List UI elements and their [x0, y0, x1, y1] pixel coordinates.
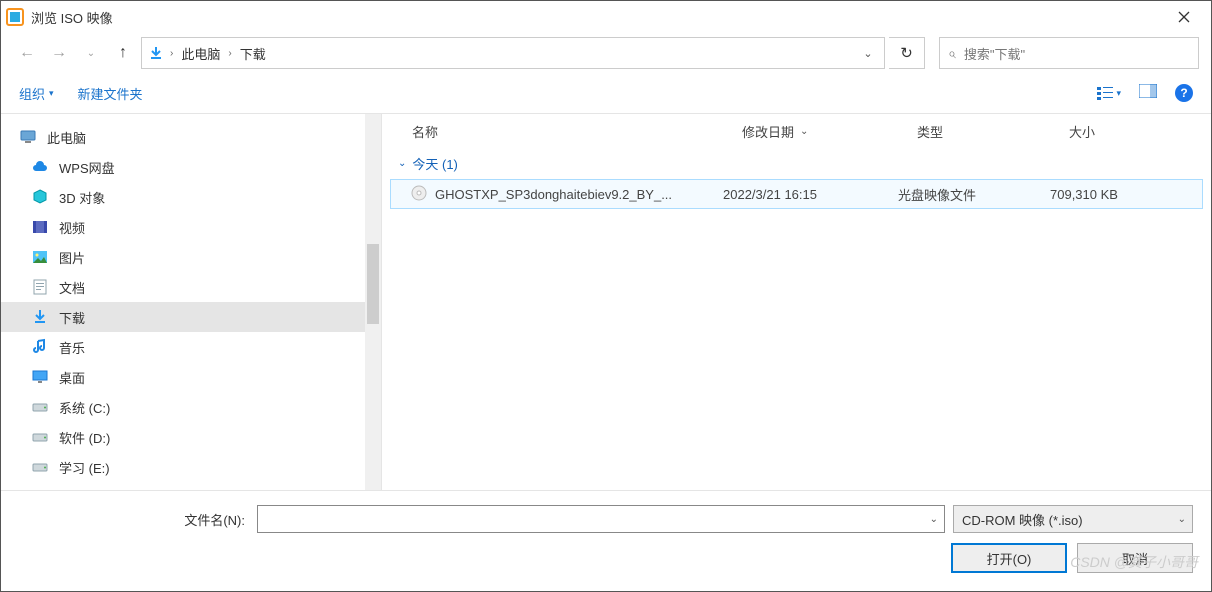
tree-item[interactable]: 文档 [1, 272, 381, 302]
app-icon [5, 7, 25, 27]
cube-icon [31, 188, 49, 206]
close-button[interactable] [1161, 1, 1207, 33]
tree-item[interactable]: 音乐 [1, 332, 381, 362]
tree-item[interactable]: 学习 (E:) [1, 452, 381, 482]
cancel-button[interactable]: 取消 [1077, 543, 1193, 573]
file-dialog: 浏览 ISO 映像 ← → ⌄ ↑ › 此电脑 › 下载 ⌄ ↻ ⌕ 搜索"下载… [0, 0, 1212, 592]
chevron-down-icon: ▾ [49, 88, 54, 99]
chevron-down-icon: ⌄ [398, 158, 406, 169]
breadcrumb-current[interactable]: 下载 [234, 44, 272, 63]
organize-menu[interactable]: 组织 ▾ [19, 84, 54, 103]
breadcrumb-sep-icon: › [168, 48, 175, 59]
help-button[interactable]: ? [1175, 84, 1193, 102]
tree-item[interactable]: 3D 对象 [1, 182, 381, 212]
tree-item[interactable]: 软件 (D:) [1, 422, 381, 452]
sidebar-scrollbar[interactable] [365, 114, 381, 490]
image-icon [31, 248, 49, 266]
tree-item[interactable]: WPS网盘 [1, 152, 381, 182]
sort-indicator-icon: ⌄ [800, 126, 808, 137]
filename-input[interactable]: ⌄ [257, 505, 945, 533]
tree-item[interactable]: 图片 [1, 242, 381, 272]
view-options-button[interactable]: ▾ [1097, 86, 1121, 100]
tree-item[interactable]: 系统 (C:) [1, 392, 381, 422]
filename-label: 文件名(N): [19, 510, 249, 529]
bottom-bar: 文件名(N): ⌄ CD-ROM 映像 (*.iso) ⌄ 打开(O) 取消 [1, 491, 1211, 591]
forward-button[interactable]: → [45, 39, 73, 67]
doc-icon [31, 278, 49, 296]
search-icon: ⌕ [948, 45, 956, 62]
address-bar[interactable]: › 此电脑 › 下载 ⌄ [141, 37, 885, 69]
desktop-icon [31, 368, 49, 386]
nav-tree: 此电脑WPS网盘3D 对象视频图片文档下载音乐桌面系统 (C:)软件 (D:)学… [1, 114, 381, 490]
group-header[interactable]: ⌄ 今天 (1) [382, 148, 1211, 179]
tree-item[interactable]: 视频 [1, 212, 381, 242]
search-placeholder: 搜索"下载" [964, 44, 1025, 63]
pc-icon [19, 128, 37, 146]
back-button[interactable]: ← [13, 39, 41, 67]
col-size[interactable]: 大小 [1069, 122, 1197, 141]
file-list-pane: 名称 修改日期⌄ 类型 大小 ⌄ 今天 (1) GHOSTXP_SP3dongh… [382, 114, 1211, 490]
refresh-button[interactable]: ↻ [889, 37, 925, 69]
window-title: 浏览 ISO 映像 [31, 8, 1161, 27]
filename-dropdown[interactable]: ⌄ [930, 514, 938, 525]
download-location-icon [144, 41, 168, 65]
titlebar: 浏览 ISO 映像 [1, 1, 1211, 33]
open-button[interactable]: 打开(O) [951, 543, 1067, 573]
preview-pane-button[interactable] [1139, 84, 1157, 102]
nav-row: ← → ⌄ ↑ › 此电脑 › 下载 ⌄ ↻ ⌕ 搜索"下载" [1, 33, 1211, 73]
tree-root-this-pc[interactable]: 此电脑 [1, 122, 381, 152]
col-name[interactable]: 名称 [412, 122, 742, 141]
drive-icon [31, 398, 49, 416]
col-type[interactable]: 类型 [917, 122, 1069, 141]
cloud-icon [31, 158, 49, 176]
drive-icon [31, 458, 49, 476]
drive-icon [31, 428, 49, 446]
chevron-down-icon: ⌄ [1178, 514, 1186, 525]
history-dropdown[interactable]: ⌄ [77, 39, 105, 67]
video-icon [31, 218, 49, 236]
disc-icon [411, 185, 427, 204]
music-icon [31, 338, 49, 356]
address-dropdown[interactable]: ⌄ [854, 47, 882, 60]
toolbar: 组织 ▾ 新建文件夹 ▾ ? [1, 73, 1211, 113]
file-type-filter[interactable]: CD-ROM 映像 (*.iso) ⌄ [953, 505, 1193, 533]
column-headers[interactable]: 名称 修改日期⌄ 类型 大小 [382, 114, 1211, 148]
main-area: 此电脑WPS网盘3D 对象视频图片文档下载音乐桌面系统 (C:)软件 (D:)学… [1, 113, 1211, 491]
tree-item[interactable]: 下载 [1, 302, 381, 332]
download-icon [31, 308, 49, 326]
file-row[interactable]: GHOSTXP_SP3donghaitebiev9.2_BY_...2022/3… [390, 179, 1203, 209]
tree-item[interactable]: 桌面 [1, 362, 381, 392]
new-folder-button[interactable]: 新建文件夹 [78, 84, 143, 103]
col-date[interactable]: 修改日期⌄ [742, 122, 917, 141]
breadcrumb-sep-icon: › [226, 48, 233, 59]
search-input[interactable]: ⌕ 搜索"下载" [939, 37, 1199, 69]
up-button[interactable]: ↑ [109, 39, 137, 67]
breadcrumb-root[interactable]: 此电脑 [175, 44, 226, 63]
